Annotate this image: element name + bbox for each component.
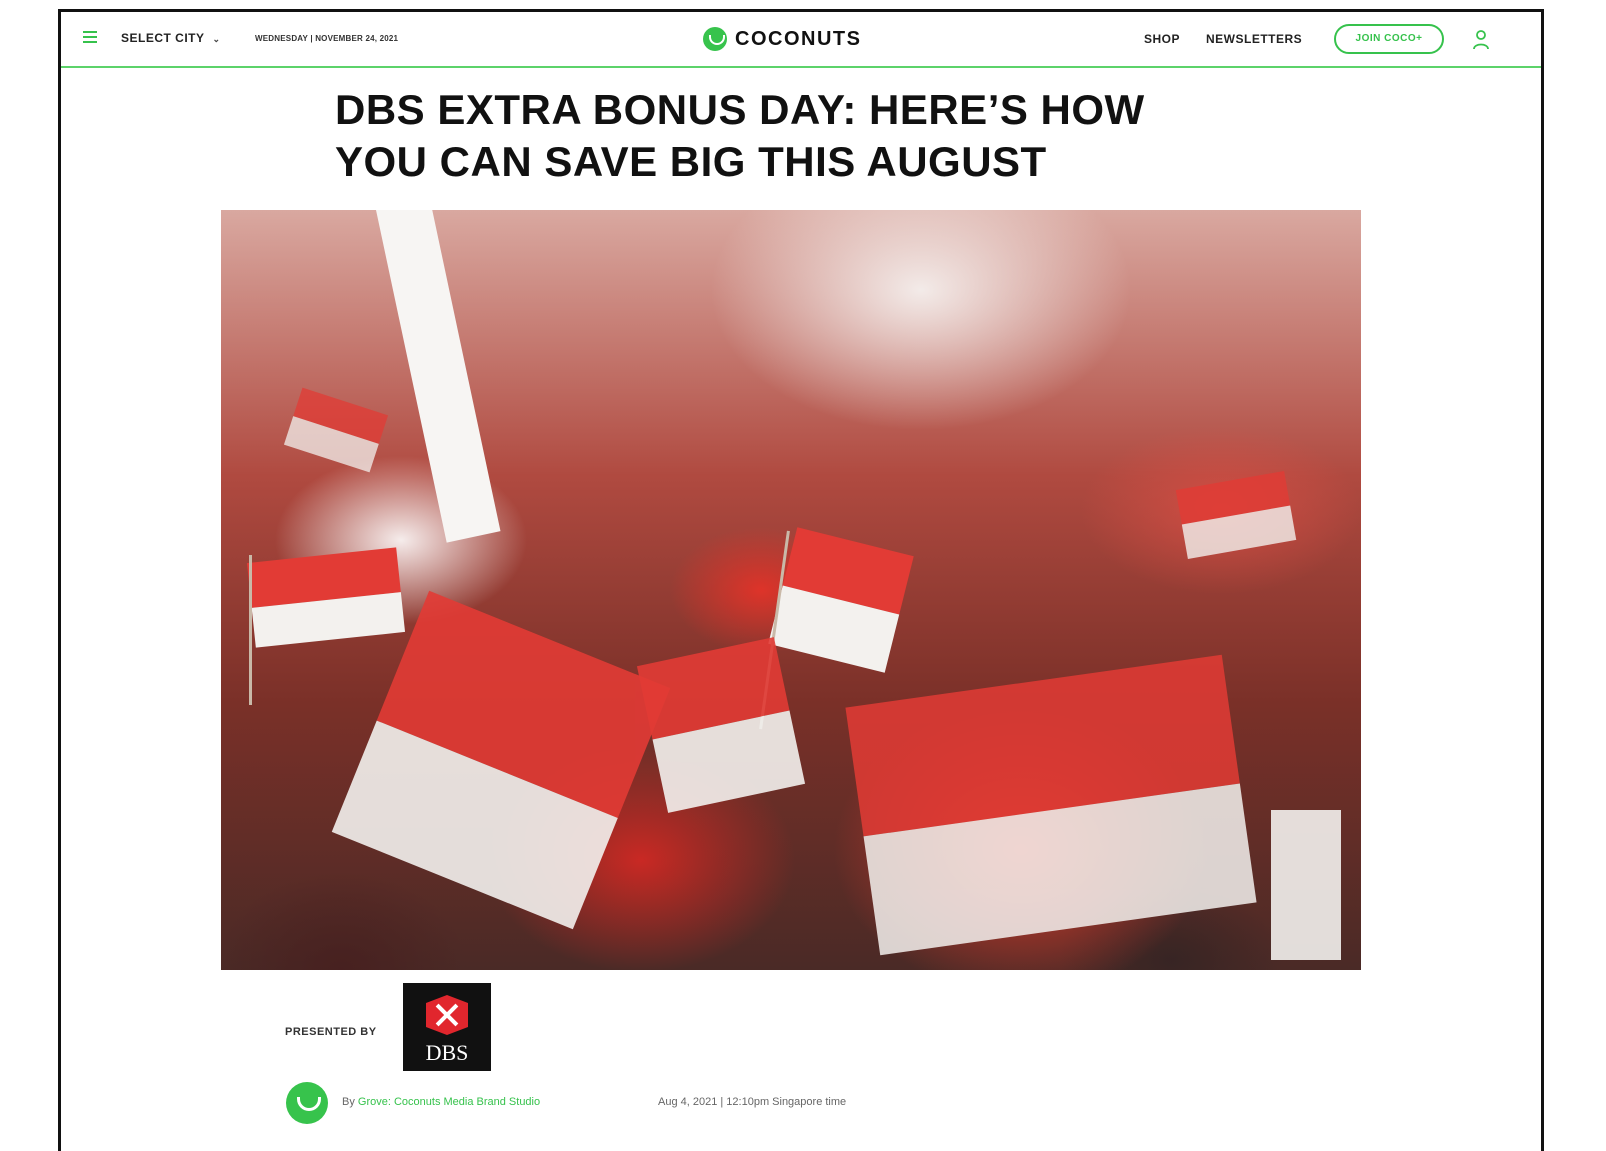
user-icon[interactable] (1471, 29, 1491, 51)
coconut-logo-icon (703, 27, 727, 51)
author-avatar[interactable] (286, 1082, 328, 1124)
flag-decoration (845, 654, 1257, 956)
dbs-sponsor-logo[interactable]: DBS (403, 983, 491, 1071)
top-navigation-bar: SELECT CITY ⌄ WEDNESDAY | NOVEMBER 24, 20… (61, 12, 1541, 68)
flag-decoration (636, 637, 806, 813)
author-link[interactable]: Grove: Coconuts Media Brand Studio (358, 1096, 540, 1108)
article-byline: By Grove: Coconuts Media Brand Studio (342, 1096, 540, 1108)
nav-shop-link[interactable]: SHOP (1144, 32, 1180, 46)
article-timestamp: Aug 4, 2021 | 12:10pm Singapore time (658, 1096, 847, 1108)
flag-decoration (283, 387, 389, 473)
presented-by-label: PRESENTED BY (285, 1026, 377, 1038)
join-coco-plus-button[interactable]: JOIN COCO+ (1334, 24, 1444, 54)
article-headline: DBS EXTRA BONUS DAY: HERE’S HOW YOU CAN … (335, 86, 1145, 185)
flag-decoration (331, 590, 671, 930)
select-city-label: SELECT CITY (121, 31, 205, 45)
flag-decoration (768, 527, 914, 673)
dbs-logo-icon (426, 995, 468, 1035)
byline-prefix: By (342, 1096, 355, 1108)
select-city-dropdown[interactable]: SELECT CITY ⌄ (121, 31, 221, 45)
current-date: WEDNESDAY | NOVEMBER 24, 2021 (255, 34, 399, 43)
logo-text: COCONUTS (735, 27, 862, 50)
chevron-down-icon: ⌄ (212, 34, 221, 44)
browser-frame: SELECT CITY ⌄ WEDNESDAY | NOVEMBER 24, 20… (58, 9, 1544, 1151)
coconuts-logo[interactable]: COCONUTS (703, 26, 861, 52)
nav-newsletters-link[interactable]: NEWSLETTERS (1206, 32, 1302, 46)
flag-decoration (246, 547, 406, 648)
inflatable-clapper-stick (376, 210, 501, 543)
flag-decoration (1175, 470, 1297, 560)
flag-decoration (1271, 810, 1341, 960)
hamburger-menu-icon[interactable] (83, 31, 97, 43)
dbs-logo-text: DBS (425, 1040, 469, 1065)
hero-image (221, 210, 1361, 970)
